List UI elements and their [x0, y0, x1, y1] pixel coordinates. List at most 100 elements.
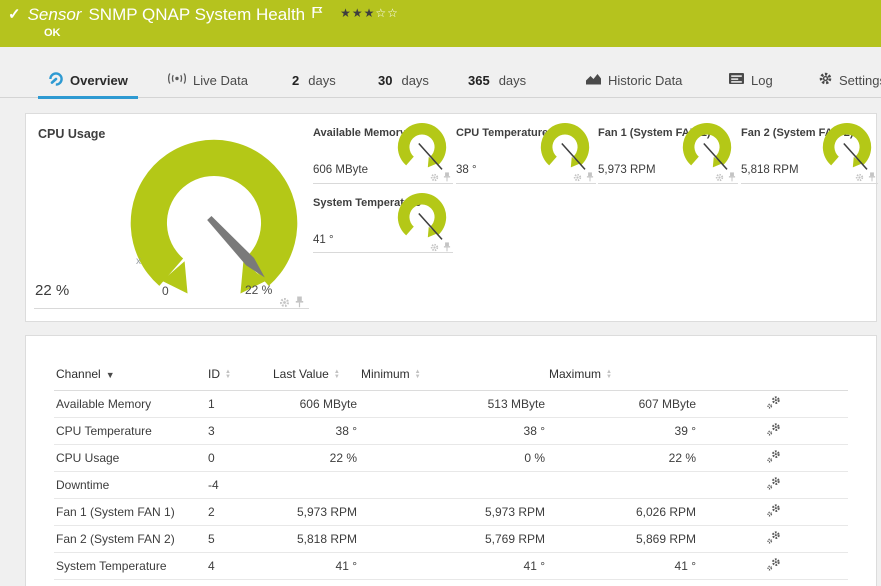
channel-settings-icon[interactable]: [766, 395, 781, 413]
column-header-maximum[interactable]: Maximum ▲ ▼: [547, 358, 698, 391]
tile-gear-icon[interactable]: [573, 169, 582, 187]
cell-minimum: 513 MByte: [359, 390, 547, 418]
table-row[interactable]: Available Memory 1 606 MByte 513 MByte 6…: [54, 390, 848, 418]
cell-maximum: 22 %: [547, 444, 698, 472]
channel-settings-icon[interactable]: [766, 422, 781, 440]
cpu-usage-gauge: [130, 139, 298, 294]
tile-gear-icon[interactable]: [715, 169, 724, 187]
channel-settings-icon[interactable]: [766, 503, 781, 521]
sort-both-icon: ▲ ▼: [333, 368, 340, 380]
cell-last-value: 5,973 RPM: [271, 498, 359, 526]
cell-channel: CPU Usage: [54, 444, 206, 472]
cell-minimum: 5,973 RPM: [359, 498, 547, 526]
cell-channel: System Temperature: [54, 552, 206, 580]
primary-gauge-title: CPU Usage: [38, 127, 106, 141]
tab-settings[interactable]: Settings: [818, 62, 881, 98]
table-row[interactable]: System Temperature 4 41 ° 41 ° 41 °: [54, 552, 848, 580]
cell-id: 2: [206, 498, 271, 526]
tab-historic-data[interactable]: Historic Data: [585, 62, 682, 98]
cell-id: 5: [206, 525, 271, 553]
tab-log[interactable]: Log: [728, 62, 773, 98]
column-header-settings: [698, 358, 848, 391]
page-title: SNMP QNAP System Health: [88, 5, 306, 24]
tab-label: Log: [751, 72, 773, 88]
tab-label: Overview: [70, 72, 128, 88]
column-header-minimum[interactable]: Minimum ▲ ▼: [359, 358, 547, 391]
tab-365-days[interactable]: 365 days: [468, 62, 526, 98]
table-row[interactable]: Downtime -4: [54, 471, 848, 499]
cell-maximum: 5,869 RPM: [547, 525, 698, 553]
status-check-icon: ✓: [8, 6, 21, 23]
cell-maximum: 607 MByte: [547, 390, 698, 418]
sort-desc-icon: ▼: [105, 369, 115, 380]
gear-icon: [818, 71, 833, 89]
tab-label: days: [308, 72, 336, 88]
channel-settings-icon[interactable]: [766, 530, 781, 548]
tile-gear-icon[interactable]: [430, 169, 439, 187]
column-label: Channel: [56, 366, 101, 381]
table-row[interactable]: CPU Temperature 3 38 ° 38 ° 39 °: [54, 417, 848, 445]
mini-gauge-value: 5,818 RPM: [741, 164, 799, 176]
tab-30-days[interactable]: 30 days: [378, 62, 429, 98]
gauge-tile-available-memory: Available Memory 606 MByte: [313, 121, 453, 184]
historic-chart-icon: [585, 72, 602, 89]
cell-last-value: 41 °: [271, 552, 359, 580]
status-badge: OK: [44, 27, 61, 39]
sort-both-icon: ▲ ▼: [225, 368, 231, 380]
flag-icon[interactable]: [312, 6, 323, 24]
mini-gauge-value: 5,973 RPM: [598, 164, 656, 176]
cell-id: -4: [206, 471, 271, 499]
channels-table: Channel ▼ ID ▲ ▼ Last Value ▲ ▼ Minimum ▲ ▼ Max…: [54, 358, 848, 580]
cell-last-value: 5,818 RPM: [271, 525, 359, 553]
tab-label: days: [401, 72, 429, 88]
primary-gauge-value: 22 %: [35, 282, 70, 299]
cell-channel: Downtime: [54, 471, 206, 499]
gauge-icon: [48, 71, 64, 90]
tile-gear-icon[interactable]: [855, 169, 864, 187]
column-header-channel[interactable]: Channel ▼: [54, 358, 206, 391]
tile-pin-icon[interactable]: [295, 295, 304, 313]
gauge-scale-min: 0: [162, 284, 169, 298]
channel-settings-icon[interactable]: [766, 476, 781, 494]
tab-number: 2: [292, 72, 300, 88]
cell-channel: Available Memory: [54, 390, 206, 418]
tab-live-data[interactable]: Live Data: [167, 62, 248, 98]
cell-maximum: [547, 471, 698, 499]
table-row[interactable]: CPU Usage 0 22 % 0 % 22 %: [54, 444, 848, 472]
column-label: Last Value: [273, 366, 329, 381]
tab-number: 365: [468, 72, 490, 88]
tab-overview[interactable]: Overview: [38, 62, 138, 99]
column-header-last-value[interactable]: Last Value ▲ ▼: [271, 358, 359, 391]
tab-label: days: [498, 72, 527, 88]
channel-settings-icon[interactable]: [766, 557, 781, 575]
cell-minimum: [359, 471, 547, 499]
cell-channel: Fan 2 (System FAN 2): [54, 525, 206, 553]
tile-pin-icon[interactable]: [728, 169, 736, 187]
cell-id: 4: [206, 552, 271, 580]
column-label: ID: [208, 366, 220, 381]
cell-minimum: 38 °: [359, 417, 547, 445]
gauges-panel: CPU Usage x 0 22 % 22 % Available Memory…: [25, 113, 878, 322]
priority-stars[interactable]: ★★★☆☆: [340, 5, 399, 21]
tab-bar: Overview Live Data 2 days 30 days 365 da…: [0, 62, 881, 99]
live-data-icon: [167, 72, 187, 88]
tile-gear-icon[interactable]: [430, 239, 439, 257]
table-row[interactable]: Fan 1 (System FAN 1) 2 5,973 RPM 5,973 R…: [54, 498, 848, 526]
tile-pin-icon[interactable]: [586, 169, 594, 187]
gauge-tile-cpu-temperature: CPU Temperature 38 °: [456, 121, 596, 184]
column-header-id[interactable]: ID ▲ ▼: [206, 358, 271, 391]
cell-channel: CPU Temperature: [54, 417, 206, 445]
mini-gauge-value: 606 MByte: [313, 164, 368, 176]
tile-pin-icon[interactable]: [443, 169, 451, 187]
table-header-row: Channel ▼ ID ▲ ▼ Last Value ▲ ▼ Minimum ▲ ▼ Max…: [54, 358, 848, 391]
tile-pin-icon[interactable]: [443, 239, 451, 257]
sort-both-icon: ▲ ▼: [414, 368, 421, 380]
tile-pin-icon[interactable]: [868, 169, 876, 187]
tab-2-days[interactable]: 2 days: [292, 62, 336, 98]
channels-panel: Channel ▼ ID ▲ ▼ Last Value ▲ ▼ Minimum ▲ ▼ Max…: [25, 335, 877, 586]
channel-settings-icon[interactable]: [766, 449, 781, 467]
tile-gear-icon[interactable]: [279, 295, 290, 313]
table-row[interactable]: Fan 2 (System FAN 2) 5 5,818 RPM 5,769 R…: [54, 525, 848, 553]
cell-maximum: 6,026 RPM: [547, 498, 698, 526]
cell-last-value: 606 MByte: [271, 390, 359, 418]
